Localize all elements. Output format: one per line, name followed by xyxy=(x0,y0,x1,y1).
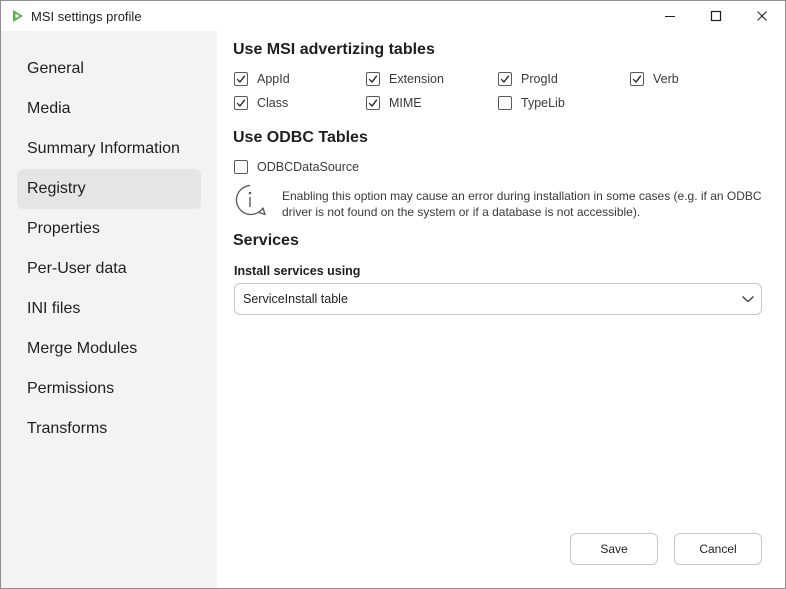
sidebar-item-registry[interactable]: Registry xyxy=(17,169,201,209)
checkmark-icon xyxy=(632,75,642,83)
minimize-icon xyxy=(665,16,675,17)
checkbox-label: TypeLib xyxy=(521,96,565,110)
checkbox-label: Verb xyxy=(653,72,679,86)
settings-panel: Use MSI advertizing tables AppId Extensi… xyxy=(217,31,785,588)
sidebar-item-label: INI files xyxy=(27,300,81,317)
sidebar-item-transforms[interactable]: Transforms xyxy=(17,409,201,449)
checkbox-box[interactable] xyxy=(234,96,248,110)
checkbox-box[interactable] xyxy=(234,72,248,86)
class-checkbox[interactable]: Class xyxy=(234,96,288,110)
checkbox-box[interactable] xyxy=(366,72,380,86)
sidebar-item-per-user-data[interactable]: Per-User data xyxy=(17,249,201,289)
sidebar-item-properties[interactable]: Properties xyxy=(17,209,201,249)
info-icon xyxy=(235,184,266,216)
verb-checkbox[interactable]: Verb xyxy=(630,72,679,86)
advertising-section-title: Use MSI advertizing tables xyxy=(233,41,435,58)
checkbox-label: MIME xyxy=(389,96,422,110)
checkbox-box[interactable] xyxy=(498,72,512,86)
dropdown-value: ServiceInstall table xyxy=(243,292,348,306)
checkmark-icon xyxy=(368,75,378,83)
checkbox-label: AppId xyxy=(257,72,290,86)
sidebar-item-label: Permissions xyxy=(27,380,115,397)
app-logo-icon xyxy=(13,10,23,22)
maximize-icon xyxy=(710,10,722,22)
close-icon xyxy=(757,11,767,21)
sidebar-item-label: Registry xyxy=(27,180,86,197)
close-button[interactable] xyxy=(739,1,785,31)
checkbox-box[interactable] xyxy=(630,72,644,86)
chevron-down-icon xyxy=(742,296,754,303)
save-button[interactable]: Save xyxy=(570,533,658,565)
window-title: MSI settings profile xyxy=(31,9,142,24)
install-services-dropdown[interactable]: ServiceInstall table xyxy=(234,283,762,315)
checkbox-box[interactable] xyxy=(366,96,380,110)
odbc-section-title: Use ODBC Tables xyxy=(233,129,368,146)
checkmark-icon xyxy=(368,99,378,107)
typelib-checkbox[interactable]: TypeLib xyxy=(498,96,565,110)
sidebar-item-label: Summary Information xyxy=(27,140,180,157)
msi-settings-window: MSI settings profile General Media Summa… xyxy=(0,0,786,589)
mime-checkbox[interactable]: MIME xyxy=(366,96,422,110)
sidebar-item-label: Transforms xyxy=(27,420,108,437)
sidebar-item-general[interactable]: General xyxy=(17,49,201,89)
odbc-warning-text: Enabling this option may cause an error … xyxy=(282,189,762,219)
appid-checkbox[interactable]: AppId xyxy=(234,72,290,86)
checkbox-box[interactable] xyxy=(234,160,248,174)
checkmark-icon xyxy=(500,75,510,83)
sidebar-item-media[interactable]: Media xyxy=(17,89,201,129)
sidebar-item-ini-files[interactable]: INI files xyxy=(17,289,201,329)
progid-checkbox[interactable]: ProgId xyxy=(498,72,558,86)
sidebar-item-label: Media xyxy=(27,100,71,117)
checkbox-box[interactable] xyxy=(498,96,512,110)
sidebar-item-permissions[interactable]: Permissions xyxy=(17,369,201,409)
title-bar[interactable]: MSI settings profile xyxy=(1,1,785,31)
checkmark-icon xyxy=(236,75,246,83)
extension-checkbox[interactable]: Extension xyxy=(366,72,444,86)
install-services-label: Install services using xyxy=(234,264,361,278)
sidebar: General Media Summary Information Regist… xyxy=(1,31,217,588)
checkbox-label: ODBCDataSource xyxy=(257,160,360,174)
odbcdatasource-checkbox[interactable]: ODBCDataSource xyxy=(234,160,359,174)
checkbox-label: Class xyxy=(257,96,289,110)
checkbox-label: Extension xyxy=(389,72,444,86)
sidebar-item-summary-information[interactable]: Summary Information xyxy=(17,129,201,169)
checkbox-label: ProgId xyxy=(521,72,558,86)
sidebar-item-label: Merge Modules xyxy=(27,340,138,357)
sidebar-item-merge-modules[interactable]: Merge Modules xyxy=(17,329,201,369)
cancel-button[interactable]: Cancel xyxy=(674,533,762,565)
checkmark-icon xyxy=(236,99,246,107)
maximize-button[interactable] xyxy=(693,1,739,31)
sidebar-item-label: Properties xyxy=(27,220,100,237)
sidebar-item-label: Per-User data xyxy=(27,260,127,277)
services-section-title: Services xyxy=(233,232,299,249)
sidebar-item-label: General xyxy=(27,60,84,77)
minimize-button[interactable] xyxy=(647,1,693,31)
